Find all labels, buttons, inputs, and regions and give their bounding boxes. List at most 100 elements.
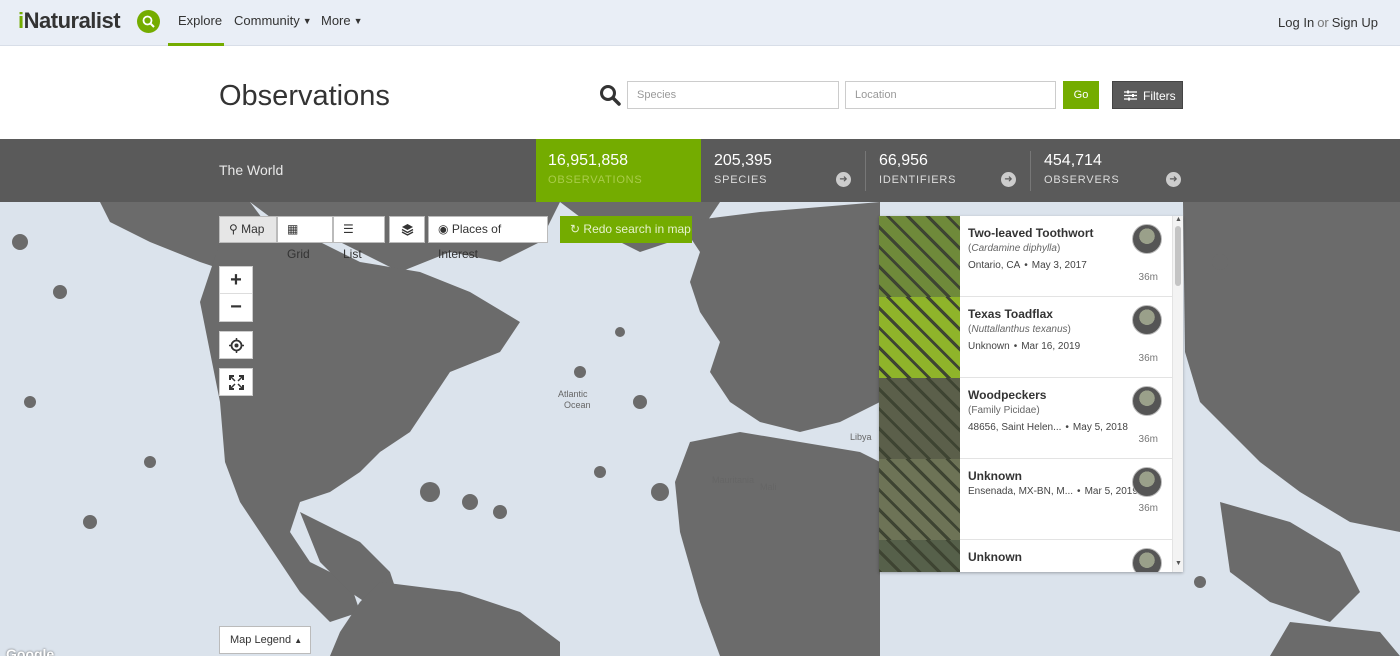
zoom-in-button[interactable]: + <box>220 267 252 294</box>
observation-place: 48656, Saint Helen... <box>968 422 1062 433</box>
arrow-right-icon: ➜ <box>1001 172 1016 187</box>
map-legend-button[interactable]: Map Legend ▲ <box>219 626 311 654</box>
divider <box>1030 151 1031 191</box>
page-title: Observations <box>219 80 390 112</box>
view-grid-button[interactable]: ▦ Grid <box>277 216 333 261</box>
chevron-down-icon: ▼ <box>353 16 363 26</box>
globe-icon: ◉ <box>438 222 449 236</box>
nav-more[interactable]: More ▼ <box>321 13 363 28</box>
chevron-down-icon: ▼ <box>302 16 312 26</box>
page-header: Observations Go Filters <box>0 46 1400 139</box>
map-legend-label: Map Legend <box>230 634 292 646</box>
places-of-interest-button[interactable]: ◉ Places of Interest <box>428 216 548 261</box>
observation-name[interactable]: Woodpeckers <box>968 388 1046 402</box>
scroll-up-icon[interactable]: ▲ <box>1175 216 1182 223</box>
nav-explore[interactable]: Explore <box>178 13 222 28</box>
stat-observers[interactable]: 454,714 OBSERVERS ➜ <box>1032 139 1195 202</box>
go-button[interactable]: Go <box>1063 81 1099 109</box>
observation-date: May 5, 2018 <box>1072 422 1128 433</box>
location-input[interactable] <box>845 81 1056 109</box>
redo-label: Redo search in map <box>583 222 691 236</box>
nav-more-label: More <box>321 13 351 28</box>
filters-button[interactable]: Filters <box>1112 81 1183 109</box>
observation-map[interactable]: Atlantic Ocean Libya Mali Mauritania ⚲ M… <box>0 202 1400 656</box>
view-map-button[interactable]: ⚲ Map <box>219 216 277 243</box>
redo-search-button[interactable]: ↻ Redo search in map <box>560 216 692 243</box>
species-input[interactable] <box>627 81 839 109</box>
map-landmass <box>12 202 1400 656</box>
sci-name: Nuttallanthus texanus <box>971 324 1068 335</box>
observation-place: Unknown <box>968 341 1010 352</box>
or-text: or <box>1317 15 1329 30</box>
stat-species[interactable]: 205,395 SPECIES ➜ <box>702 139 865 202</box>
layers-button[interactable] <box>389 216 425 243</box>
view-list-label: List <box>343 247 362 261</box>
fullscreen-button[interactable] <box>219 368 253 396</box>
observation-panel[interactable]: Two-leaved Toothwort (Cardamine diphylla… <box>879 216 1183 572</box>
refresh-icon: ↻ <box>570 222 581 236</box>
observation-card[interactable]: Unknown Ensenada, MX-BN, M... • Mar 5, 201… <box>879 459 1172 540</box>
observation-place: Ensenada, MX-BN, M... <box>968 486 1074 497</box>
avatar[interactable] <box>1132 305 1162 335</box>
place-name: The World <box>219 162 284 178</box>
observation-photo[interactable] <box>879 297 960 378</box>
observation-card[interactable]: Two-leaved Toothwort (Cardamine diphylla… <box>879 216 1172 297</box>
observation-date: May 3, 2017 <box>1031 260 1087 271</box>
observation-meta: 48656, Saint Helen... • May 5, 2018 <box>968 422 1128 433</box>
arrow-right-icon: ➜ <box>836 172 851 187</box>
species-count: 205,395 <box>714 152 772 169</box>
sliders-icon <box>1124 90 1137 101</box>
observation-photo[interactable] <box>879 378 960 459</box>
top-nav: iNaturalist Explore Community ▼ More ▼ Log… <box>0 0 1400 46</box>
logo-text: Naturalist <box>23 8 121 33</box>
signup-link[interactable]: Sign Up <box>1332 15 1378 30</box>
map-label-atlantic: Atlantic <box>558 389 588 399</box>
locate-button[interactable] <box>219 331 253 359</box>
sci-name: Family Picidae <box>971 405 1037 416</box>
observation-meta: Ontario, CA • May 3, 2017 <box>968 260 1087 271</box>
observation-photo[interactable] <box>879 216 960 297</box>
avatar[interactable] <box>1132 467 1162 497</box>
map-pin-icon: ⚲ <box>229 222 238 236</box>
avatar[interactable] <box>1132 224 1162 254</box>
map-label-libya: Libya <box>850 432 872 442</box>
observation-card[interactable]: Woodpeckers (Family Picidae) 48656, Sain… <box>879 378 1172 459</box>
sci-name: Cardamine diphylla <box>971 243 1057 254</box>
observation-name[interactable]: Unknown <box>968 550 1022 564</box>
observation-card[interactable]: Unknown <box>879 540 1172 572</box>
nav-search-icon[interactable] <box>137 10 160 33</box>
view-list-button[interactable]: ☰ List <box>333 216 385 261</box>
layers-icon <box>401 224 413 236</box>
map-label-mali: Mali <box>760 482 777 492</box>
view-grid-label: Grid <box>287 247 310 261</box>
observation-photo[interactable] <box>879 540 960 572</box>
observation-name[interactable]: Two-leaved Toothwort <box>968 226 1094 240</box>
zoom-out-button[interactable]: − <box>220 295 252 322</box>
observation-name[interactable]: Texas Toadflax <box>968 307 1053 321</box>
stat-observations[interactable]: 16,951,858 OBSERVATIONS <box>536 139 701 202</box>
observation-name[interactable]: Unknown <box>968 469 1022 483</box>
auth-links: Log In or Sign Up <box>1278 15 1378 30</box>
observation-time: 36m <box>1138 434 1158 445</box>
observation-photo[interactable] <box>879 459 960 540</box>
login-link[interactable]: Log In <box>1278 15 1314 30</box>
avatar[interactable] <box>1132 548 1162 572</box>
crosshair-icon <box>229 338 244 353</box>
observation-time: 36m <box>1138 272 1158 283</box>
observation-date: Mar 16, 2019 <box>1021 341 1081 352</box>
search-icon <box>600 85 621 106</box>
scroll-down-icon[interactable]: ▼ <box>1175 560 1182 567</box>
observation-card[interactable]: Texas Toadflax (Nuttallanthus texanus) U… <box>879 297 1172 378</box>
nav-community[interactable]: Community ▼ <box>234 13 312 28</box>
panel-scrollbar[interactable]: ▲ ▼ <box>1172 216 1183 572</box>
observers-count: 454,714 <box>1044 152 1102 169</box>
fullscreen-icon <box>229 375 244 390</box>
avatar[interactable] <box>1132 386 1162 416</box>
observations-count: 16,951,858 <box>548 152 629 169</box>
arrow-right-icon: ➜ <box>1166 172 1181 187</box>
stat-identifiers[interactable]: 66,956 IDENTIFIERS ➜ <box>867 139 1030 202</box>
observation-meta: Unknown • Mar 16, 2019 <box>968 341 1081 352</box>
scrollbar-thumb[interactable] <box>1175 226 1181 286</box>
inaturalist-logo[interactable]: iNaturalist <box>18 8 121 34</box>
map-label-mauritania: Mauritania <box>712 475 755 485</box>
